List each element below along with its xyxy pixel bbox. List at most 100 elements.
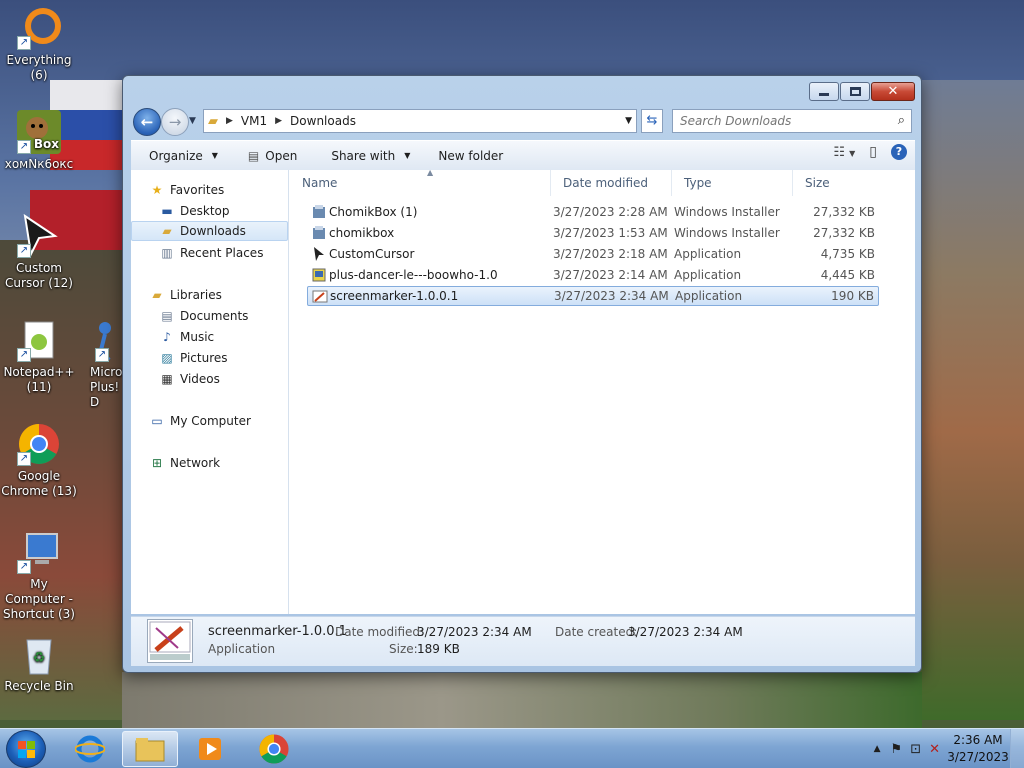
file-type: Application: [674, 247, 742, 261]
minimize-button[interactable]: [809, 82, 839, 101]
details-modified-value: 3/27/2023 2:34 AM: [417, 625, 532, 639]
nav-label: Videos: [180, 372, 220, 386]
preview-pane-icon[interactable]: ▯: [869, 144, 877, 160]
breadcrumb-vm1[interactable]: VM1: [241, 114, 267, 128]
nav-label: Documents: [180, 309, 249, 323]
start-button[interactable]: [6, 730, 46, 768]
open-button[interactable]: ▤ Open: [238, 141, 307, 170]
sort-ascending-icon: ▲: [427, 168, 434, 177]
table-row[interactable]: CustomCursor 3/27/2023 2:18 AM Applicati…: [307, 244, 879, 264]
nav-libraries[interactable]: ▰ Libraries: [131, 285, 288, 305]
forward-button[interactable]: →: [161, 108, 189, 136]
chevron-right-icon[interactable]: ▶: [226, 116, 233, 126]
table-row[interactable]: plus-dancer-le---boowho-1.0 3/27/2023 2:…: [307, 265, 879, 285]
address-bar[interactable]: ▰ ▶ VM1 ▶ Downloads ▼: [203, 109, 637, 133]
desktop-icon-micro-plus[interactable]: ↗ Micro Plus! D: [70, 318, 124, 410]
nav-my-computer[interactable]: ▭ My Computer: [131, 411, 288, 431]
desktop-icon-chrome[interactable]: ↗ Google Chrome (13): [0, 422, 78, 499]
search-input[interactable]: [680, 114, 880, 128]
file-size: 4,445 KB: [820, 268, 875, 282]
nav-documents[interactable]: ▤ Documents: [131, 306, 288, 326]
shortcut-arrow-icon: ↗: [17, 244, 31, 258]
taskbar-media-player[interactable]: [182, 731, 238, 767]
file-date: 3/27/2023 2:14 AM: [553, 268, 668, 282]
desktop-icon-recycle-bin[interactable]: ♻ Recycle Bin: [0, 632, 78, 694]
desktop-icon-my-computer[interactable]: ↗ My Computer - Shortcut (3): [0, 530, 78, 622]
volume-muted-icon[interactable]: ✕: [929, 742, 940, 757]
shortcut-arrow-icon: ↗: [17, 560, 31, 574]
wallpaper-flag: [50, 80, 130, 110]
column-header-size[interactable]: Size: [794, 170, 874, 196]
desktop-icon-label: Custom Cursor (12): [5, 261, 73, 290]
close-button[interactable]: ✕: [871, 82, 915, 101]
details-file-kind: Application: [208, 642, 276, 656]
nav-desktop[interactable]: ▬ Desktop: [131, 201, 288, 221]
network-icon: ⊞: [151, 456, 163, 470]
column-header-name[interactable]: Name ▲: [291, 168, 551, 196]
action-center-flag-icon[interactable]: ⚑: [891, 742, 903, 757]
network-status-icon[interactable]: ⊡: [910, 742, 921, 757]
help-icon[interactable]: ?: [891, 144, 907, 160]
file-date: 3/27/2023 2:28 AM: [553, 205, 668, 219]
close-icon: ✕: [887, 84, 899, 99]
column-label: Name: [302, 176, 338, 190]
maximize-button[interactable]: [840, 82, 870, 101]
details-file-name: screenmarker-1.0.0.1: [208, 624, 347, 639]
desktop-icon-everything[interactable]: ↗ Everything (6): [0, 6, 78, 83]
breadcrumb-downloads[interactable]: Downloads: [290, 114, 356, 128]
homikbox-icon: Box ↗: [17, 110, 61, 154]
nav-music[interactable]: ♪ Music: [131, 327, 288, 347]
view-controls: ☷ ▼ ▯ ?: [833, 144, 907, 160]
nav-label: Desktop: [180, 204, 230, 218]
nav-downloads[interactable]: ▰ Downloads: [131, 221, 288, 241]
nav-label: Libraries: [170, 288, 222, 302]
table-row[interactable]: ChomikBox (1) 3/27/2023 2:28 AM Windows …: [307, 202, 879, 222]
show-desktop-button[interactable]: [1010, 729, 1024, 768]
share-with-button[interactable]: Share with ▼: [321, 141, 420, 170]
folder-icon: [135, 738, 165, 762]
taskbar-chrome[interactable]: [246, 731, 302, 767]
desktop-icon-notepad[interactable]: ↗ Notepad++ (11): [0, 318, 78, 395]
file-size: 27,332 KB: [813, 205, 875, 219]
nav-network[interactable]: ⊞ Network: [131, 453, 288, 473]
downloads-folder-icon: ▰: [162, 224, 172, 238]
refresh-button[interactable]: ⇆: [641, 109, 663, 133]
share-with-label: Share with: [331, 148, 396, 163]
search-box[interactable]: ⌕: [672, 109, 912, 133]
nav-pictures[interactable]: ▨ Pictures: [131, 348, 288, 368]
nav-favorites[interactable]: ★ Favorites: [131, 180, 288, 200]
nav-label: Recent Places: [180, 246, 264, 260]
column-label: Size: [805, 176, 830, 190]
nav-label: Music: [180, 330, 215, 344]
back-button[interactable]: ←: [133, 108, 161, 136]
nav-label: Network: [170, 456, 221, 470]
svg-text:♻: ♻: [33, 650, 46, 666]
new-folder-button[interactable]: New folder: [428, 141, 513, 170]
folder-icon: ▰: [208, 113, 218, 129]
taskbar-windows-explorer[interactable]: [122, 731, 178, 767]
clock[interactable]: 2:36 AM 3/27/2023: [946, 732, 1010, 766]
desktop-icon-custom-cursor[interactable]: ↗ Custom Cursor (12): [0, 213, 78, 291]
file-size: 27,332 KB: [813, 226, 875, 240]
cursor-icon: ↗: [17, 213, 61, 258]
table-row[interactable]: chomikbox 3/27/2023 1:53 AM Windows Inst…: [307, 223, 879, 243]
address-dropdown-icon[interactable]: ▼: [625, 116, 632, 126]
show-hidden-icons-button[interactable]: ▲: [874, 744, 881, 754]
nav-recent-places[interactable]: ▥ Recent Places: [131, 243, 288, 263]
explorer-window[interactable]: ✕ ← → ▼ ▰ ▶ VM1 ▶ Downloads ▼ ⇆ ⌕ Organi…: [122, 75, 922, 673]
computer-icon: ↗: [17, 530, 61, 574]
view-options-button[interactable]: ☷ ▼: [833, 145, 855, 160]
explorer-content: ★ Favorites ▬ Desktop ▰ Downloads ▥ Rece…: [131, 168, 915, 614]
desktop-icon-label: Everything (6): [6, 53, 72, 82]
desktop-icon-homikbox[interactable]: Box ↗ хомNк6окс: [0, 110, 78, 172]
nav-videos[interactable]: ▦ Videos: [131, 369, 288, 389]
column-label: Type: [684, 176, 712, 190]
search-icon[interactable]: ⌕: [898, 113, 905, 128]
organize-button[interactable]: Organize ▼: [131, 141, 228, 170]
taskbar-internet-explorer[interactable]: [62, 731, 118, 767]
table-row-selected[interactable]: screenmarker-1.0.0.1 3/27/2023 2:34 AM A…: [307, 286, 879, 306]
chevron-right-icon[interactable]: ▶: [275, 116, 282, 126]
column-header-date[interactable]: Date modified: [552, 170, 672, 196]
recent-pages-dropdown[interactable]: ▼: [189, 116, 196, 126]
column-header-type[interactable]: Type: [673, 170, 793, 196]
